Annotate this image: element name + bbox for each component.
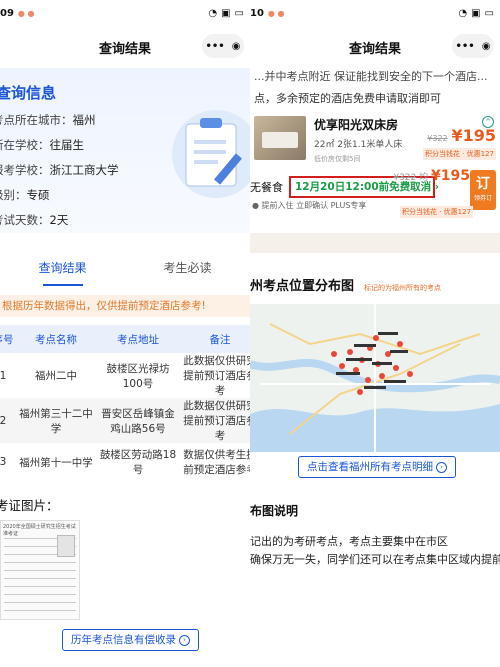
col-header-remark: 备注 [180, 325, 250, 353]
tab-query-result[interactable]: 查询结果 [0, 259, 125, 286]
tab-must-read[interactable]: 考生必读 [125, 259, 250, 276]
notice-banner: 根据历年数据得出，仅供提前预定酒店参考! [0, 295, 250, 317]
right-screen: 10 ● ● ◔ ▣ ▭ 查询结果 ••• ◉ ...并中考点附近 保证能找到安… [250, 0, 500, 667]
cell-address: 鼓楼区光禄坊100号 [106, 362, 170, 390]
discount-badge: 积分当钱花 · 优惠127 [422, 148, 496, 160]
battery-icon: ▭ [234, 7, 244, 19]
history-info-button[interactable]: 历年考点信息有偿收录 › [62, 629, 199, 651]
points-badge: 积分当钱花 · 优惠127 [400, 206, 474, 218]
old-price: ¥322 [427, 134, 448, 143]
clipboard-illustration-icon [172, 110, 250, 198]
more-icon[interactable]: ••• [456, 41, 475, 52]
cell-remark: 数据仅供考生提前预定酒店参考 [183, 449, 250, 476]
cell-index: 3 [0, 456, 7, 468]
status-time: 09 [0, 7, 14, 19]
map-subtitle: 标记的为福州所有的考点 [364, 284, 442, 292]
query-info-title: 查询信息 [0, 84, 57, 102]
cell-index: 2 [0, 398, 16, 443]
more-icon[interactable]: ••• [206, 41, 225, 52]
cell-address: 晋安区岳峰镇金鸡山路56号 [96, 398, 180, 443]
meal-label: 无餐食 [250, 181, 283, 194]
cell-remark: 此数据仅供研究提前预订酒店参考 [180, 398, 250, 443]
battery-icon: ▭ [484, 7, 494, 19]
collapse-icon[interactable]: ^ [482, 116, 494, 128]
cell-address: 鼓楼区劳动路18号 [99, 449, 177, 476]
status-time: 10 [250, 7, 264, 19]
close-icon[interactable]: ◉ [232, 41, 241, 52]
rate-old-price: ¥322 [393, 173, 417, 183]
chevron-right-icon: › [436, 461, 447, 473]
status-dots: ● ● [267, 8, 285, 18]
sim-icon: ▣ [471, 7, 481, 19]
current-price: ¥195 [451, 126, 496, 145]
table-row: 1 福州二中 鼓楼区光禄坊100号 此数据仅供研究提前预订酒店参考 [0, 353, 250, 398]
col-header-name: 考点名称 [16, 325, 96, 353]
cell-name: 福州第十一中学 [19, 456, 93, 469]
room-name: 优享阳光双床房 [314, 118, 399, 132]
cancel-policy-text: 点，多余预定的酒店免费申请取消即可 [254, 92, 441, 105]
sim-icon: ▣ [221, 7, 231, 19]
miniapp-capsule[interactable]: ••• ◉ [452, 34, 494, 58]
hotel-room-card[interactable]: 优享阳光双床房 22㎡ 2张1.1米单人床 低价房仅剩5间 ¥322 ¥195 … [250, 116, 500, 164]
ticket-photo [57, 535, 75, 557]
status-bar: 09 ● ● ◔ ▣ ▭ [0, 0, 250, 26]
map-section-title: 州考点位置分布图 标记的为福州所有的考点 [250, 279, 442, 294]
col-header-index: 序号 [0, 325, 16, 353]
nav-bar: 查询结果 ••• ◉ [250, 26, 500, 68]
cell-name: 福州二中 [35, 370, 77, 382]
nav-bar: 查询结果 ••• ◉ [0, 26, 250, 68]
map-graphic [250, 304, 500, 452]
rate-price-prefix: 均 [419, 173, 429, 183]
status-icons: ◔ ▣ ▭ [458, 8, 494, 19]
page-title: 查询结果 [98, 41, 151, 57]
section-divider [250, 233, 500, 253]
room-price: ¥322 ¥195 积分当钱花 · 优惠127 [422, 126, 496, 160]
result-tabs: 查询结果 考生必读 [0, 245, 250, 289]
col-header-address: 考点地址 [96, 325, 180, 353]
room-info: 优享阳光双床房 22㎡ 2张1.1米单人床 低价房仅剩5间 [314, 116, 402, 164]
table-row: 3 福州第十一中学 鼓楼区劳动路18号 数据仅供考生提前预定酒店参考 [0, 443, 250, 481]
wifi-icon: ◔ [208, 7, 218, 19]
cell-remark: 此数据仅供研究提前预订酒店参考 [183, 355, 250, 397]
rate-current-price: ¥195 [431, 168, 470, 184]
table-row: 2 福州第三十二中学 晋安区岳峰镇金鸡山路56号 此数据仅供研究提前预订酒店参考 [0, 398, 250, 443]
map-legend-text: 记出的为考研考点，考点主要集中在市区 确保万无一失，同学们还可以在考点集中区域内… [250, 535, 500, 566]
query-info-card: 查询信息 考点所在城市：福州 所在学校：往届生 报考学校：浙江工商大学 级别：专… [0, 68, 250, 233]
room-spec: 22㎡ 2张1.1米单人床 [314, 140, 403, 150]
cut-off-text: ...并中考点附近 保证能找到安全的下一个酒店... [254, 70, 488, 82]
book-button[interactable]: 订 领券订 [470, 170, 496, 210]
room-photo [254, 116, 306, 160]
status-icons: ◔ ▣ ▭ [208, 8, 244, 19]
view-all-sites-button[interactable]: 点击查看福州所有考点明细 › [298, 456, 456, 478]
miniapp-capsule[interactable]: ••• ◉ [202, 34, 244, 58]
ticket-section-title: 考证图片： [0, 498, 59, 513]
exam-site-table: 序号 考点名称 考点地址 备注 1 福州二中 鼓楼区光禄坊100号 此数据仅供研… [0, 325, 250, 481]
page-title: 查询结果 [348, 41, 401, 57]
rate-price: ¥322 均 ¥195 [393, 168, 470, 184]
left-screen: 09 ● ● ◔ ▣ ▭ 查询结果 ••• ◉ 查询信息 考点所在城市：福州 所… [0, 0, 250, 667]
chevron-right-icon: › [179, 634, 190, 646]
cell-index: 1 [0, 369, 7, 382]
wifi-icon: ◔ [458, 7, 468, 19]
map-legend-title: 布图说明 [250, 504, 299, 518]
close-icon[interactable]: ◉ [482, 41, 491, 52]
exam-site-map[interactable] [250, 304, 500, 452]
admission-ticket-image[interactable]: 2020年全国硕士研究生招生考试准考证 [0, 520, 80, 620]
cell-name: 福州第三十二中学 [16, 398, 96, 443]
status-bar: 10 ● ● ◔ ▣ ▭ [250, 0, 500, 26]
info-row-days: 考试天数：2天 [0, 213, 69, 227]
room-stock-tag: 低价房仅剩5间 [314, 155, 361, 163]
status-dots: ● ● [17, 8, 35, 18]
